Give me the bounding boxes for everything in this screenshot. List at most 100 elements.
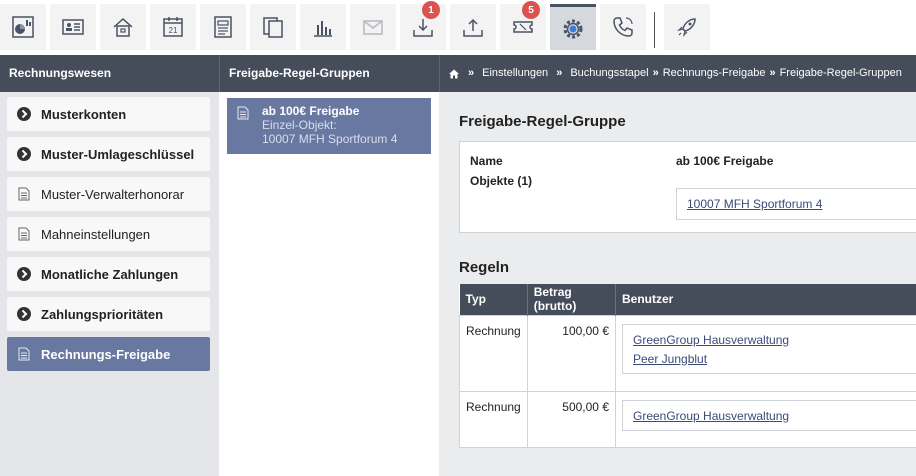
- breadcrumb-separator: »: [769, 67, 776, 79]
- left-column-title: Rechnungswesen: [9, 66, 112, 80]
- sidebar-item-label: Zahlungsprioritäten: [41, 306, 164, 322]
- dashboard-chart-icon: [12, 16, 34, 38]
- toolbar-upload-button[interactable]: [450, 4, 496, 50]
- toolbar-properties-button[interactable]: [100, 4, 146, 50]
- toolbar-documents-button[interactable]: [200, 4, 246, 50]
- document-icon: [237, 106, 249, 120]
- user-link[interactable]: GreenGroup Hausverwaltung: [633, 333, 789, 347]
- user-link[interactable]: GreenGroup Hausverwaltung: [633, 409, 789, 423]
- column-header-amount: Betrag (brutto): [527, 284, 617, 315]
- rule-type-cell: Rechnung: [459, 390, 528, 448]
- table-row[interactable]: Rechnung 500,00 € GreenGroup Hausverwalt…: [459, 390, 916, 448]
- main-toolbar: 21 1 5: [0, 0, 916, 55]
- header-divider: [219, 55, 220, 92]
- sidebar-item-label: Rechnungs-Freigabe: [41, 346, 171, 362]
- toolbar-tickets-button[interactable]: 5: [500, 1, 546, 50]
- toolbar-phone-button[interactable]: [600, 4, 646, 50]
- toolbar-copies-button[interactable]: [250, 4, 296, 50]
- inbox-count-badge: 1: [422, 1, 440, 19]
- toolbar-inbox-button[interactable]: 1: [400, 1, 446, 50]
- group-list: ab 100€ Freigabe Einzel-Objekt: 10007 MF…: [219, 92, 439, 476]
- breadcrumb: » Einstellungen » Buchungsstapel » Rechn…: [448, 55, 902, 92]
- users-list: GreenGroup Hausverwaltung Peer Jungblut: [622, 323, 916, 374]
- name-label: Name: [470, 154, 503, 168]
- user-link[interactable]: Peer Jungblut: [633, 352, 707, 366]
- name-value: ab 100€ Freigabe: [676, 154, 774, 168]
- sidebar-item-label: Muster-Verwalterhonorar: [41, 186, 185, 202]
- document-icon: [214, 16, 232, 38]
- document-icon: [18, 347, 30, 361]
- phone-icon: [613, 17, 633, 37]
- detail-panel: Freigabe-Regel-Gruppe Name ab 100€ Freig…: [439, 92, 916, 476]
- breadcrumb-separator: »: [468, 67, 475, 79]
- chevron-right-circle-icon: [17, 147, 31, 161]
- toolbar-contacts-button[interactable]: [50, 4, 96, 50]
- sidebar: Musterkonten Muster-Umlageschlüssel Must…: [0, 92, 219, 476]
- chevron-right-circle-icon: [17, 307, 31, 321]
- home-icon[interactable]: [448, 68, 460, 80]
- column-header-type: Typ: [459, 284, 528, 315]
- rules-table-header: Typ Betrag (brutto) Benutzer: [459, 284, 916, 315]
- toolbar-mail-button[interactable]: [350, 4, 396, 50]
- breadcrumb-item[interactable]: Buchungsstapel: [570, 55, 648, 92]
- rule-type-cell: Rechnung: [459, 314, 528, 392]
- group-card-title: ab 100€ Freigabe: [262, 104, 360, 118]
- sidebar-item-label: Monatliche Zahlungen: [41, 266, 179, 282]
- breadcrumb-separator: »: [556, 67, 563, 79]
- detail-box: Name ab 100€ Freigabe Objekte (1) 10007 …: [459, 141, 916, 233]
- toolbar-reports-button[interactable]: [300, 4, 346, 50]
- sidebar-item-label: Musterkonten: [41, 106, 127, 122]
- rule-users-cell: GreenGroup Hausverwaltung Peer Jungblut: [615, 314, 916, 392]
- gear-icon: [563, 19, 583, 38]
- contact-card-icon: [62, 19, 84, 35]
- header-divider: [439, 55, 440, 92]
- group-card-selected[interactable]: ab 100€ Freigabe Einzel-Objekt: 10007 MF…: [227, 98, 431, 154]
- column-header-bar: Rechnungswesen Freigabe-Regel-Gruppen » …: [0, 55, 916, 92]
- sidebar-item-monatliche-zahlungen[interactable]: Monatliche Zahlungen: [7, 257, 210, 291]
- toolbar-settings-button[interactable]: [550, 4, 596, 50]
- toolbar-separator: [654, 12, 655, 48]
- breadcrumb-separator: »: [652, 67, 659, 79]
- rule-users-cell: GreenGroup Hausverwaltung: [615, 390, 916, 448]
- rule-amount-cell: 500,00 €: [526, 390, 617, 448]
- envelope-icon: [363, 20, 383, 35]
- copy-pages-icon: [263, 17, 283, 38]
- document-icon: [18, 227, 30, 241]
- tickets-count-badge: 5: [522, 1, 540, 19]
- chevron-right-circle-icon: [17, 107, 31, 121]
- sidebar-item-muster-umlageschluessel[interactable]: Muster-Umlageschlüssel: [7, 137, 210, 171]
- rules-section-title: Regeln: [459, 259, 510, 276]
- chevron-right-circle-icon: [17, 267, 31, 281]
- objects-list: 10007 MFH Sportforum 4: [676, 188, 916, 220]
- object-link[interactable]: 10007 MFH Sportforum 4: [687, 197, 822, 211]
- sidebar-item-mahneinstellungen[interactable]: Mahneinstellungen: [7, 217, 210, 251]
- objects-label: Objekte (1): [470, 174, 533, 188]
- document-icon: [18, 187, 30, 201]
- breadcrumb-item[interactable]: Freigabe-Regel-Gruppen: [780, 55, 902, 92]
- breadcrumb-item[interactable]: Rechnungs-Freigabe: [663, 55, 766, 92]
- breadcrumb-item[interactable]: Einstellungen: [482, 55, 548, 92]
- rocket-icon: [677, 18, 696, 37]
- sidebar-item-zahlungsprioritaeten[interactable]: Zahlungsprioritäten: [7, 297, 210, 331]
- sidebar-item-musterkonten[interactable]: Musterkonten: [7, 97, 210, 131]
- column-header-users: Benutzer: [615, 284, 916, 315]
- sidebar-item-label: Mahneinstellungen: [41, 226, 151, 242]
- upload-tray-icon: [463, 18, 483, 37]
- sidebar-item-rechnungs-freigabe[interactable]: Rechnungs-Freigabe: [7, 337, 210, 371]
- detail-section-title: Freigabe-Regel-Gruppe: [459, 113, 626, 130]
- calendar-icon: 21: [163, 17, 183, 37]
- table-row[interactable]: Rechnung 100,00 € GreenGroup Hausverwalt…: [459, 314, 916, 392]
- group-card-object: 10007 MFH Sportforum 4: [262, 132, 398, 146]
- sidebar-item-muster-verwalterhonorar[interactable]: Muster-Verwalterhonorar: [7, 177, 210, 211]
- toolbar-dashboard-button[interactable]: [0, 4, 46, 50]
- rules-table: Typ Betrag (brutto) Benutzer Rechnung 10…: [459, 284, 916, 448]
- toolbar-calendar-button[interactable]: 21: [150, 4, 196, 50]
- toolbar-launch-button[interactable]: [664, 4, 710, 50]
- bar-chart-icon: [314, 21, 332, 37]
- house-icon: [113, 17, 133, 37]
- users-list: GreenGroup Hausverwaltung: [622, 399, 916, 431]
- sidebar-item-label: Muster-Umlageschlüssel: [41, 146, 195, 162]
- group-card-subtitle: Einzel-Objekt:: [262, 118, 337, 132]
- rule-amount-cell: 100,00 €: [526, 314, 617, 392]
- calendar-day-text: 21: [169, 26, 178, 35]
